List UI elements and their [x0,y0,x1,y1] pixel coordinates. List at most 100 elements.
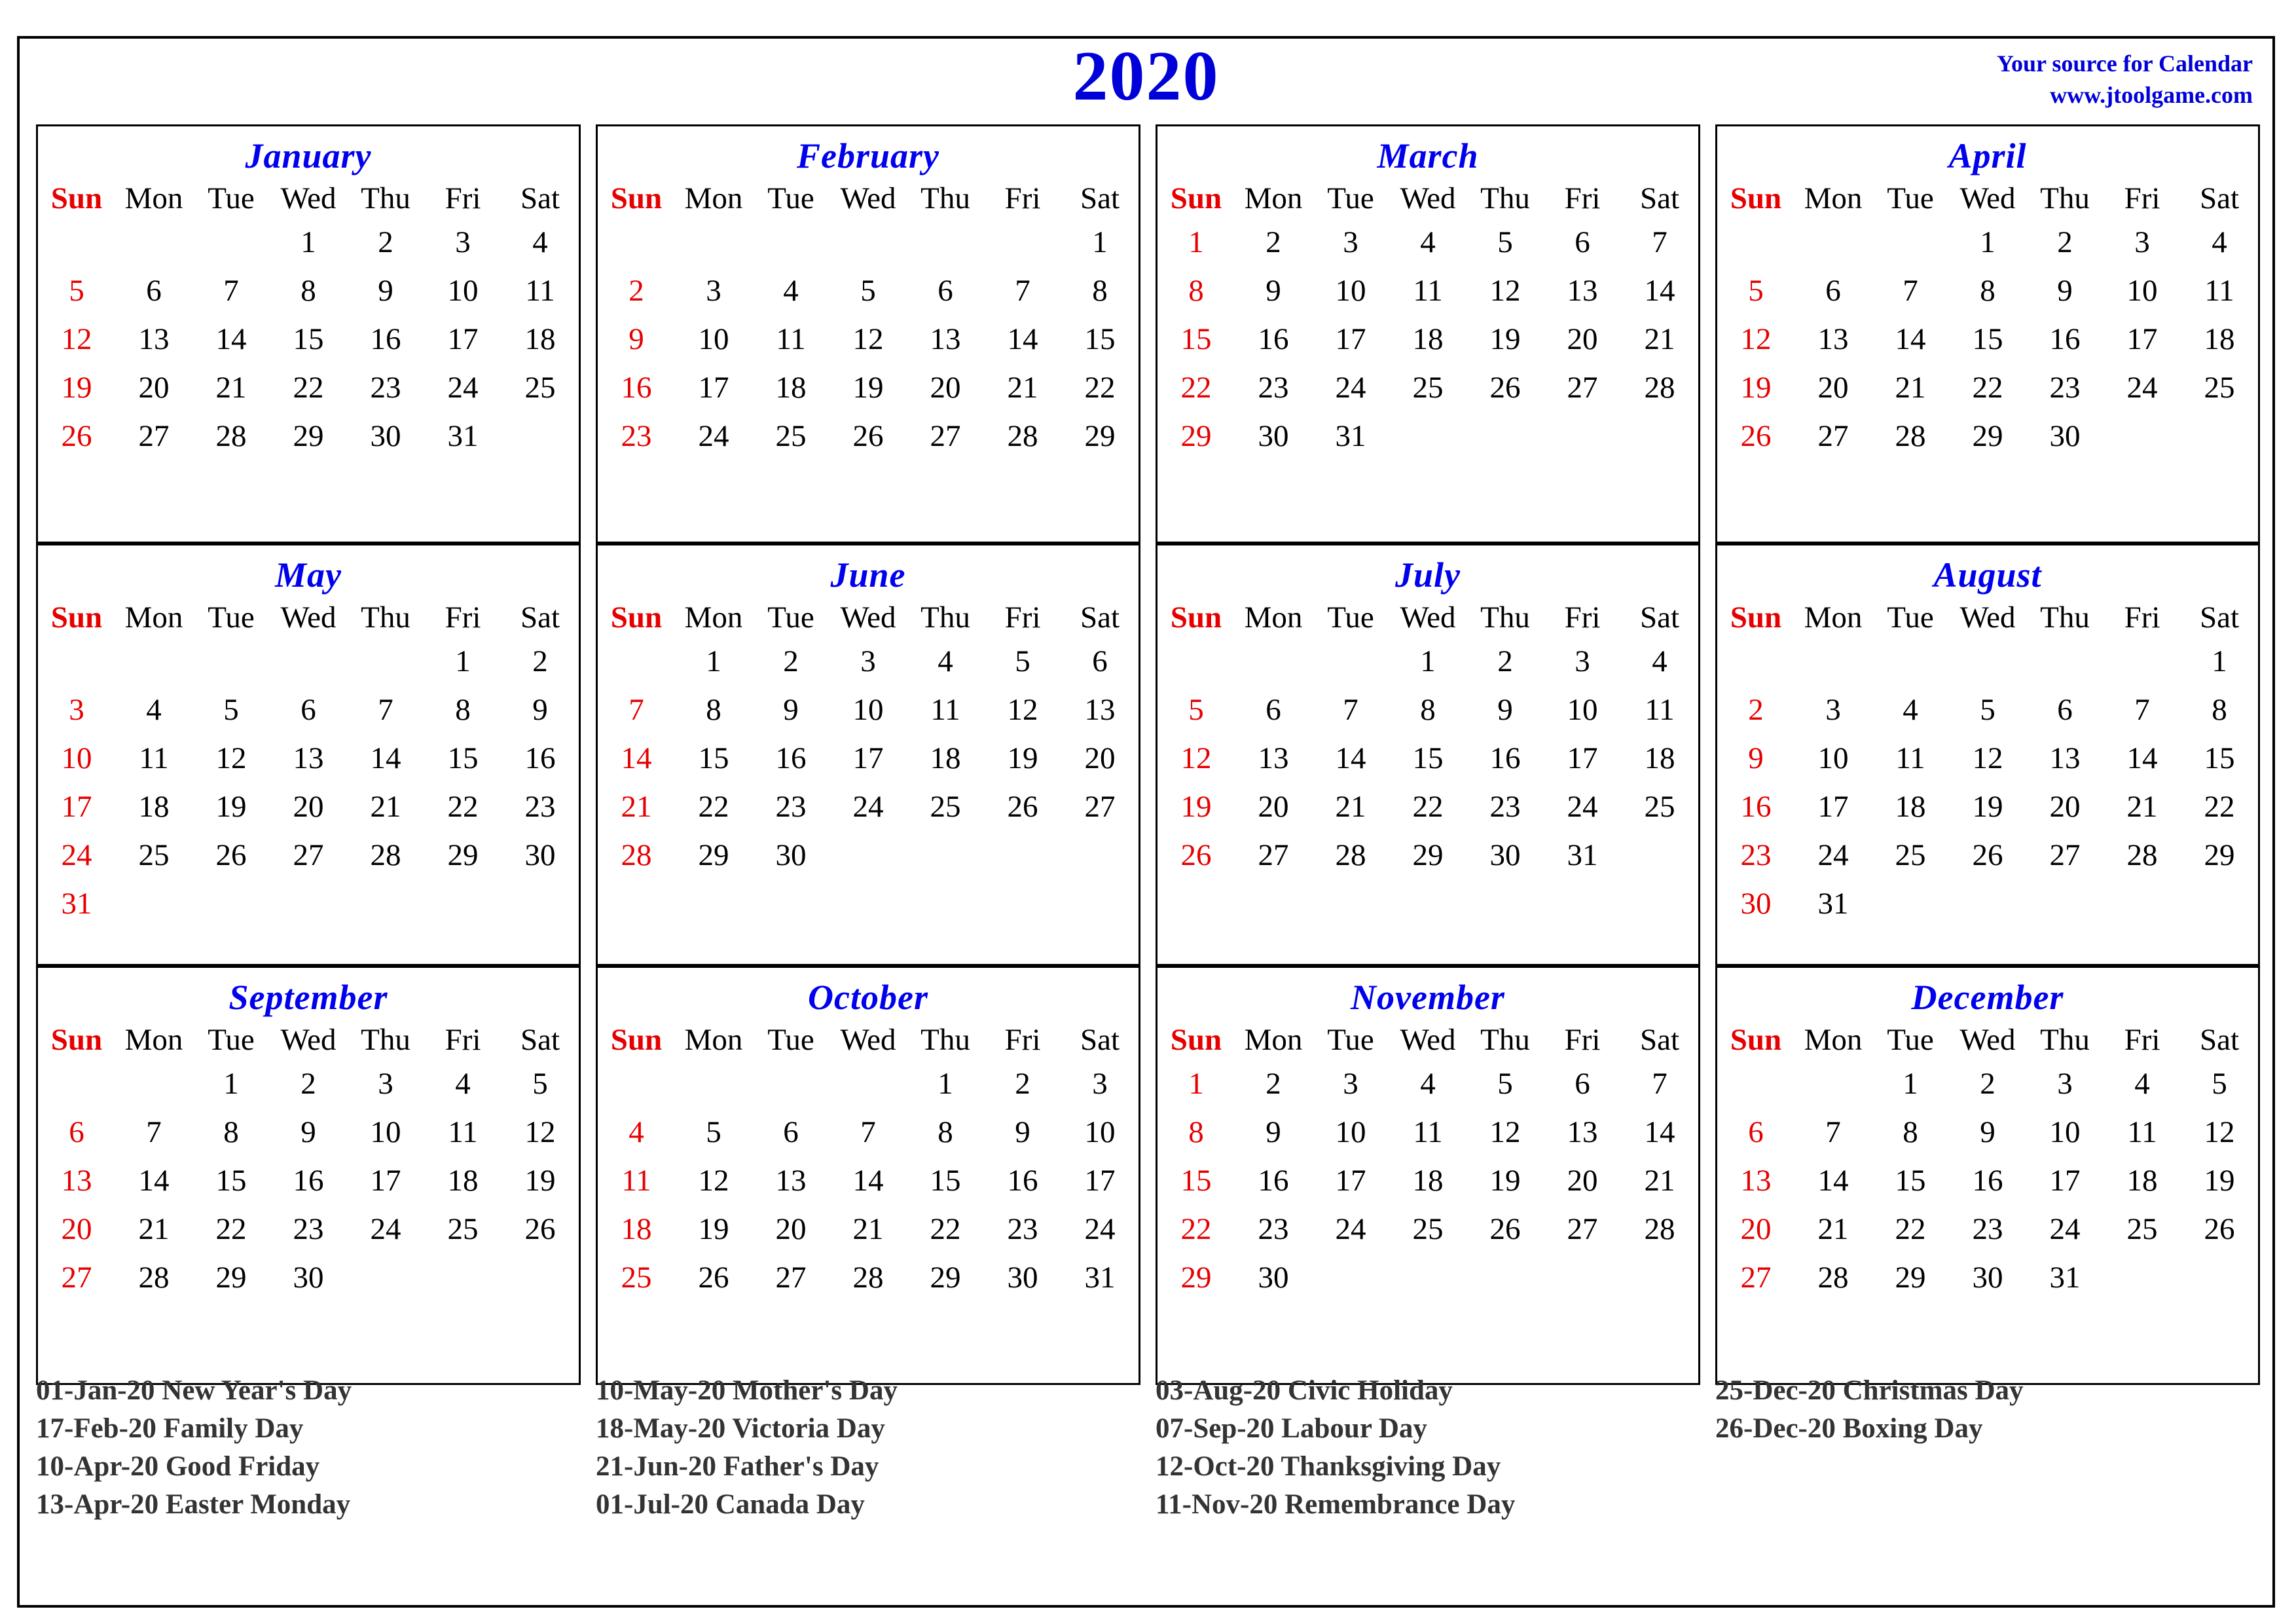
day-cell[interactable]: 13 [1717,1156,1795,1205]
day-cell[interactable]: 18 [115,783,192,831]
day-cell[interactable]: 7 [1621,1060,1698,1108]
day-cell[interactable]: 1 [192,1060,270,1108]
day-cell[interactable]: 14 [1795,1156,1872,1205]
day-cell[interactable]: 23 [752,783,829,831]
day-cell[interactable]: 10 [1795,734,1872,783]
day-cell[interactable]: 30 [2026,412,2104,460]
day-cell[interactable]: 22 [192,1205,270,1253]
day-cell[interactable]: 1 [2181,637,2258,686]
day-cell[interactable]: 25 [1872,831,1949,879]
day-cell[interactable]: 2 [347,218,424,267]
day-cell[interactable]: 2 [2026,218,2104,267]
day-cell[interactable]: 31 [1061,1253,1139,1302]
day-cell[interactable]: 4 [1389,218,1467,267]
day-cell[interactable]: 15 [675,734,752,783]
day-cell[interactable]: 3 [1312,1060,1389,1108]
day-cell[interactable]: 13 [38,1156,115,1205]
day-cell[interactable]: 4 [1389,1060,1467,1108]
day-cell[interactable]: 31 [38,879,115,928]
day-cell[interactable]: 2 [1235,218,1312,267]
day-cell[interactable]: 11 [752,315,829,363]
day-cell[interactable]: 6 [1544,218,1621,267]
day-cell[interactable]: 28 [1621,1205,1698,1253]
day-cell[interactable]: 8 [192,1108,270,1156]
day-cell[interactable]: 3 [1544,637,1621,686]
day-cell[interactable]: 8 [2181,686,2258,734]
day-cell[interactable]: 20 [1544,1156,1621,1205]
day-cell[interactable]: 16 [347,315,424,363]
day-cell[interactable]: 5 [501,1060,579,1108]
day-cell[interactable]: 4 [752,267,829,315]
day-cell[interactable]: 29 [1061,412,1139,460]
day-cell[interactable]: 25 [2181,363,2258,412]
day-cell[interactable]: 7 [347,686,424,734]
day-cell[interactable]: 4 [424,1060,501,1108]
day-cell[interactable]: 26 [984,783,1061,831]
day-cell[interactable]: 11 [598,1156,675,1205]
day-cell[interactable]: 21 [1312,783,1389,831]
day-cell[interactable]: 17 [829,734,907,783]
day-cell[interactable]: 13 [752,1156,829,1205]
day-cell[interactable]: 4 [598,1108,675,1156]
day-cell[interactable]: 13 [115,315,192,363]
day-cell[interactable]: 24 [1312,363,1389,412]
day-cell[interactable]: 10 [347,1108,424,1156]
brand-website[interactable]: www.jtoolgame.com [1997,79,2253,111]
day-cell[interactable]: 30 [1467,831,1544,879]
day-cell[interactable]: 1 [675,637,752,686]
day-cell[interactable]: 7 [829,1108,907,1156]
day-cell[interactable]: 1 [1157,1060,1235,1108]
day-cell[interactable]: 12 [675,1156,752,1205]
day-cell[interactable]: 10 [1312,267,1389,315]
day-cell[interactable]: 19 [2181,1156,2258,1205]
day-cell[interactable]: 19 [1949,783,2026,831]
day-cell[interactable]: 20 [2026,783,2104,831]
day-cell[interactable]: 6 [270,686,347,734]
day-cell[interactable]: 1 [1157,218,1235,267]
day-cell[interactable]: 30 [270,1253,347,1302]
day-cell[interactable]: 25 [1621,783,1698,831]
day-cell[interactable]: 28 [347,831,424,879]
day-cell[interactable]: 13 [1061,686,1139,734]
day-cell[interactable]: 14 [984,315,1061,363]
day-cell[interactable]: 13 [1544,267,1621,315]
day-cell[interactable]: 25 [752,412,829,460]
day-cell[interactable]: 22 [2181,783,2258,831]
day-cell[interactable]: 5 [829,267,907,315]
day-cell[interactable]: 19 [1717,363,1795,412]
day-cell[interactable]: 2 [1717,686,1795,734]
day-cell[interactable]: 29 [2181,831,2258,879]
day-cell[interactable]: 5 [1717,267,1795,315]
day-cell[interactable]: 7 [1872,267,1949,315]
day-cell[interactable]: 19 [1467,1156,1544,1205]
day-cell[interactable]: 11 [1389,267,1467,315]
day-cell[interactable]: 24 [38,831,115,879]
day-cell[interactable]: 22 [1949,363,2026,412]
day-cell[interactable]: 9 [1949,1108,2026,1156]
day-cell[interactable]: 2 [501,637,579,686]
day-cell[interactable]: 31 [1795,879,1872,928]
day-cell[interactable]: 29 [192,1253,270,1302]
day-cell[interactable]: 11 [907,686,984,734]
day-cell[interactable]: 8 [907,1108,984,1156]
day-cell[interactable]: 24 [1312,1205,1389,1253]
day-cell[interactable]: 2 [984,1060,1061,1108]
day-cell[interactable]: 30 [1717,879,1795,928]
day-cell[interactable]: 6 [1544,1060,1621,1108]
day-cell[interactable]: 20 [38,1205,115,1253]
day-cell[interactable]: 15 [1157,1156,1235,1205]
day-cell[interactable]: 2 [1467,637,1544,686]
day-cell[interactable]: 3 [1312,218,1389,267]
day-cell[interactable]: 20 [1235,783,1312,831]
day-cell[interactable]: 14 [1872,315,1949,363]
day-cell[interactable]: 15 [1872,1156,1949,1205]
day-cell[interactable]: 21 [192,363,270,412]
day-cell[interactable]: 30 [1235,1253,1312,1302]
day-cell[interactable]: 27 [1544,363,1621,412]
day-cell[interactable]: 6 [1795,267,1872,315]
day-cell[interactable]: 19 [192,783,270,831]
day-cell[interactable]: 22 [270,363,347,412]
day-cell[interactable]: 13 [1795,315,1872,363]
day-cell[interactable]: 29 [1949,412,2026,460]
day-cell[interactable]: 23 [270,1205,347,1253]
